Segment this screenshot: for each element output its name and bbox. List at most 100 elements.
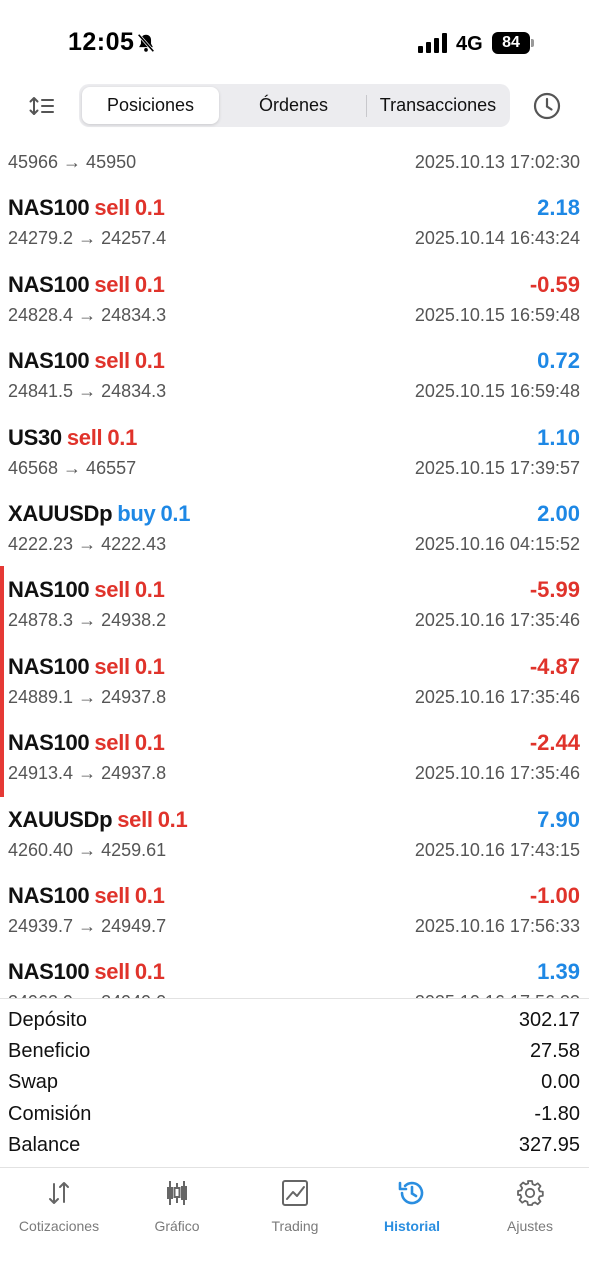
trade-symbol: NAS100 xyxy=(8,348,90,374)
trade-symbol: NAS100 xyxy=(8,730,90,756)
trading-chart-icon xyxy=(282,1180,308,1206)
trade-time: 2025.10.15 17:39:57 xyxy=(414,457,580,478)
trade-volume: 0.1 xyxy=(134,959,165,985)
trade-prices: 4222.23 → 4222.43 xyxy=(8,533,167,554)
trade-side: sell xyxy=(94,882,130,908)
trade-title: NAS100 sell 0.1 xyxy=(8,883,165,909)
trade-symbol: US30 xyxy=(8,424,62,450)
gear-icon xyxy=(517,1180,544,1206)
trade-row[interactable]: XAUUSDp buy 0.1 2.00 4222.23 → 4222.43 2025.1… xyxy=(0,490,589,566)
trade-row[interactable]: US30 sell 0.1 1.10 46568 → 46557 2025.10.15 1… xyxy=(0,414,589,490)
summary-row: Swap 0.00 xyxy=(0,1068,589,1099)
trade-row[interactable]: NAS100 sell 0.1 -1.00 24939.7 → 24949.7 2025.… xyxy=(0,872,589,948)
trade-symbol: NAS100 xyxy=(8,882,90,908)
tabbar-trading[interactable]: Trading xyxy=(236,1178,354,1248)
trade-time: 2025.10.16 17:35:46 xyxy=(414,763,580,784)
battery-tip xyxy=(531,39,534,47)
tab-ordenes[interactable]: Órdenes xyxy=(222,87,365,124)
trade-title: NAS100 sell 0.1 xyxy=(8,348,165,374)
trade-profit: -5.99 xyxy=(529,577,580,603)
trade-prices: 46568 → 46557 xyxy=(8,457,137,478)
trade-symbol: XAUUSDp xyxy=(8,500,113,526)
battery-indicator: 84 xyxy=(492,32,535,54)
trade-time: 2025.10.16 04:15:52 xyxy=(414,533,580,554)
trade-volume: 0.1 xyxy=(157,806,188,832)
trade-volume: 0.1 xyxy=(160,500,191,526)
trade-profit: -2.44 xyxy=(529,730,580,756)
trade-title: NAS100 sell 0.1 xyxy=(8,195,165,221)
summary-value: -1.80 xyxy=(534,1102,580,1125)
tabbar-label: Ajustes xyxy=(507,1218,553,1234)
trade-title xyxy=(8,128,18,145)
period-clock-icon[interactable] xyxy=(532,91,562,121)
sort-icon[interactable] xyxy=(28,92,56,120)
tab-posiciones[interactable]: Posiciones xyxy=(82,87,219,124)
trade-side: sell xyxy=(66,424,103,450)
trade-profit: -4.87 xyxy=(529,653,580,679)
trade-side: sell xyxy=(94,959,130,985)
trade-title: XAUUSDp sell 0.1 xyxy=(8,806,188,833)
summary-row: Comisión -1.80 xyxy=(0,1100,589,1131)
trade-side: sell xyxy=(94,271,130,297)
summary-label: Comisión xyxy=(8,1102,92,1125)
trade-profit: 2.18 xyxy=(537,195,580,221)
trade-row[interactable]: NAS100 sell 0.1 -2.44 24913.4 → 24937.8 2025.… xyxy=(0,718,589,797)
trade-volume: 0.1 xyxy=(134,577,165,603)
trade-prices: 45966 → 45950 xyxy=(8,152,137,172)
trade-prices: 24828.4 → 24834.3 xyxy=(8,304,167,325)
tab-transacciones[interactable]: Transacciones xyxy=(369,87,507,124)
trade-row[interactable]: NAS100 sell 0.1 0.72 24841.5 → 24834.3 2025.1… xyxy=(0,337,589,413)
trade-time: 2025.10.14 16:43:24 xyxy=(414,228,580,249)
trade-prices: 24913.4 → 24937.8 xyxy=(8,763,167,784)
trade-row[interactable]: NAS100 sell 0.1 -4.87 24889.1 → 24937.8 2025.… xyxy=(0,641,589,721)
trade-time: 2025.10.16 17:43:15 xyxy=(414,839,580,860)
tabbar-historial[interactable]: Historial xyxy=(353,1178,471,1248)
trade-time: 2025.10.16 17:35:46 xyxy=(414,686,580,707)
trade-volume: 0.1 xyxy=(134,653,165,679)
trade-prices: 24878.3 → 24938.2 xyxy=(8,610,167,631)
battery-level: 84 xyxy=(492,32,530,54)
trade-side: sell xyxy=(94,577,130,603)
tabbar-label: Cotizaciones xyxy=(18,1218,100,1234)
trade-symbol: NAS100 xyxy=(8,195,90,221)
trade-row[interactable]: 45966 → 45950 2025.10.13 17:02:30 xyxy=(0,128,589,184)
candlestick-icon xyxy=(167,1181,187,1205)
trade-side: sell xyxy=(94,653,130,679)
trade-row[interactable]: XAUUSDp sell 0.1 7.90 4260.40 → 4259.61 2025.… xyxy=(0,796,589,872)
trade-time: 2025.10.16 17:35:46 xyxy=(414,610,580,631)
trade-profit: 1.10 xyxy=(537,424,580,450)
trade-row[interactable]: NAS100 sell 0.1 -0.59 24828.4 → 24834.3 2025.… xyxy=(0,261,589,337)
status-bar: 12:05 4G 84 xyxy=(0,0,589,80)
trade-volume: 0.1 xyxy=(134,730,165,756)
tabbar-cotizaciones[interactable]: Cotizaciones xyxy=(0,1178,118,1248)
summary-row: Depósito 302.17 xyxy=(0,1006,589,1037)
trade-volume: 0.1 xyxy=(134,882,165,908)
trade-title: US30 sell 0.1 xyxy=(8,425,137,451)
summary-label: Balance xyxy=(8,1133,81,1156)
summary-label: Depósito xyxy=(8,1009,87,1031)
trade-prices: 4260.40 → 4259.61 xyxy=(8,839,167,860)
history-segmented-control: Posiciones Órdenes Transacciones xyxy=(79,84,510,127)
tabbar-ajustes[interactable]: Ajustes xyxy=(471,1178,589,1248)
trade-volume: 0.1 xyxy=(134,348,165,374)
trade-symbol: XAUUSDp xyxy=(8,806,113,832)
tabbar-grafico[interactable]: Gráfico xyxy=(118,1178,236,1248)
bottom-tab-bar: Cotizaciones Gráfico Trading Historial A… xyxy=(0,1168,589,1280)
quotes-arrows-icon xyxy=(49,1182,69,1204)
trade-row[interactable]: NAS100 sell 0.1 -5.99 24878.3 → 24938.2 2025.… xyxy=(0,566,589,644)
trade-title: NAS100 sell 0.1 xyxy=(8,654,165,680)
trade-side: sell xyxy=(94,348,130,374)
trade-symbol: NAS100 xyxy=(8,653,90,679)
trade-profit: 0.72 xyxy=(537,348,580,374)
summary-divider xyxy=(0,998,589,999)
summary-row: Balance 327.95 xyxy=(0,1131,589,1162)
trade-row[interactable]: NAS100sell0.11.3924962.9 → 24949.02025.1… xyxy=(0,948,589,998)
trade-side: buy xyxy=(117,500,156,526)
bell-muted-icon xyxy=(137,33,155,53)
trade-side: sell xyxy=(94,195,130,221)
trade-row[interactable]: NAS100 sell 0.1 2.18 24279.2 → 24257.4 2025.1… xyxy=(0,184,589,260)
trade-history-list: 45966 → 45950 2025.10.13 17:02:30 NAS100 se… xyxy=(0,128,589,998)
summary-value: 327.95 xyxy=(518,1133,580,1156)
segment-divider xyxy=(366,95,367,117)
trade-symbol: NAS100 xyxy=(8,271,90,297)
